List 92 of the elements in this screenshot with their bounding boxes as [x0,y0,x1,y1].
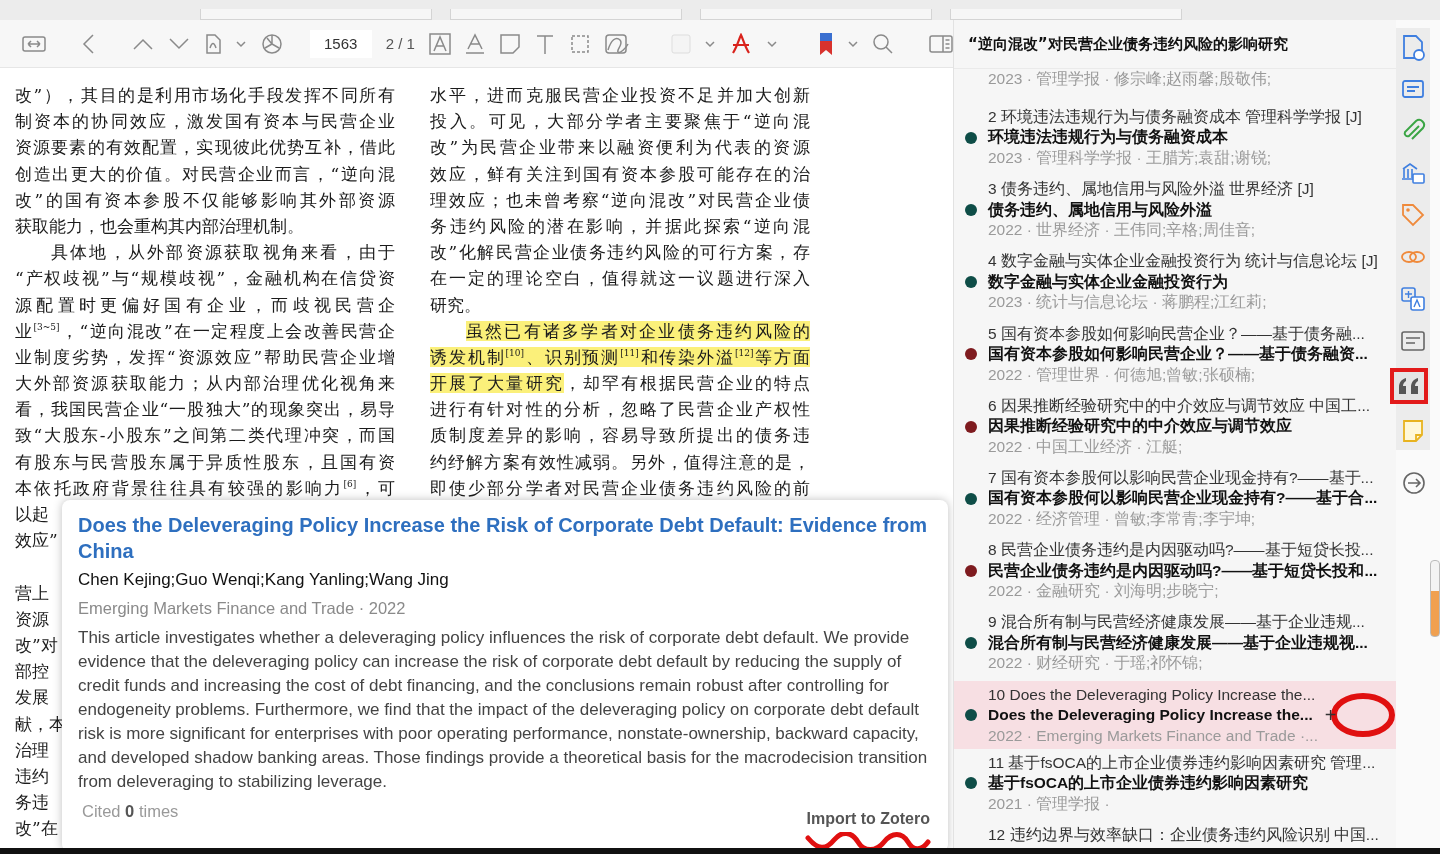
text-line: 理效应；也未曾考察“逆向混改”对民营企业债 [430,188,810,212]
reference-meta: 2022 · 金融研究 · 刘海明;步晓宁; [988,581,1220,602]
page-count: 2 / 1 [385,35,415,52]
reference-title: 民营企业债务违约是内因驱动吗?——基于短贷长投和... [988,560,1378,582]
text-line: 研究。 [430,293,482,317]
text-line: 致“大股东-小股东”之间第二类代理冲突，而国 [15,424,395,448]
text-line: 业$^{[3~5]}$，“逆向混改”在一定程度上会改善民营企 [15,319,395,343]
text-line: 资源 [15,607,49,631]
reference-title: 环境违法违规行为与债务融资成本 [988,127,1228,148]
reference-meta: 2022 · 经济管理 · 曾敏;李常青;李宇坤; [988,509,1256,529]
text-line: “产权歧视”与“规模歧视”，金融机构在信贷资 [15,267,395,291]
paper-source: Emerging Markets Finance and Trade · 2022 [78,599,407,618]
reference-item[interactable]: 9 混合所有制与民营经济健康发展——基于企业违规... 混合所有制与民营经济健康发展——基于企业违规视... 2022 · 财经研究 · 于瑶;祁怀锦; [954,608,1397,681]
text-line: 看，我国民营企业“一股独大”的现象突出，易导 [15,398,395,422]
reference-item[interactable]: 6 因果推断经验研究中的中介效应与调节效应 中国工... 因果推断经验研究中的中介效应与调节效应 2022 · 中国工业经济 · 江艇; [954,391,1397,464]
reference-meta: 2022 · 世界经济 · 王伟同;辛格;周佳音; [988,220,1256,241]
reference-title: 债务违约、属地信用与风险外溢 [988,199,1212,220]
reference-item[interactable]: 3 债务违约、属地信用与风险外溢 世界经济 [J] 债务违约、属地信用与风险外溢 2022 · 世界经济 · 王伟同;辛格;周佳音; [954,175,1397,248]
reference-meta: 2022 · Emerging Markets Finance and Trade ·... [988,725,1319,746]
text-line: 改”），其目的是利用市场化手段发挥不同所有 [15,84,395,107]
reference-title: Does the Deleveraging Policy Increase the... [988,705,1313,726]
reference-heading: 8 民营企业债务违约是内因驱动吗?——基于短贷长投... [988,540,1375,561]
text-line: 质制度差异的影响，容易导致所提出的债务违 [430,424,810,448]
reference-heading: 3 债务违约、属地信用与风险外溢 世界经济 [J] [988,179,1315,200]
text-line: 创造出更大的价值。对民营企业而言，“逆向混 [15,162,395,186]
text-line: 效应” [15,529,58,553]
paper-abstract: This article investigates whether a deleveraging policy influences the risk of corporate debt default. We provide evidence that the deleveraging policy can increase the risk of corporate debt default by reducing the supply of credit funds and increasing the cost of debt financing, and the conclusions remain robust after controlling for endogeneity problems. Furthermore, we find that the impact of the deleveraging policy on corporate debt default risk is more significant for enterprises with poor operating performance, nonstate-ownership, backward capacity, and developed shadow banking areas. Those findings provide a theoretical basis for the macrodecision transition from deleveraging to stabilizing leverage. [78,627,929,793]
import-button[interactable]: Import to Zotero [806,810,930,828]
reference-title: 国有资本参股如何影响民营企业？——基于债务融资... [988,344,1368,365]
reference-meta: 2023 · 管理学报 · 修宗峰;赵雨馨;殷敬伟; [988,69,1272,89]
paper-title[interactable]: Does the Deleveraging Policy Increase the Risk of Corporate Debt Default: Evidence from China [78,512,930,564]
text-line: 投入。可见，大部分学者主要聚焦于“逆向混 [430,110,810,134]
text-line: 营上 [15,581,49,605]
reference-meta: 2021 · 管理学报 · [988,793,1111,814]
reference-title: 混合所有制与民营经济健康发展——基于企业违规视... [988,632,1368,653]
text-line: 在一定的理论空白，值得就这一议题进行深入 [430,267,810,291]
text-line: 获取能力，也会重构其内部治理机制。 [15,214,305,238]
text-line: 改”对 [15,633,58,657]
text-line: 改”化解民营企业债务违约风险的可行方案，存 [430,241,810,265]
reference-heading: 5 国有资本参股如何影响民营企业？——基于债务融... [988,323,1366,344]
text-line: 有股东与民营股东属于异质性股东，且国有资 [15,450,395,474]
reference-item[interactable]: 12 违约边界与效率缺口：企业债务违约风险识别 中国... [954,820,1397,848]
text-line: 违约 [15,764,49,788]
reference-meta: 2023 · 统计与信息论坛 · 蒋鹏程;江红莉; [988,292,1268,313]
text-line: 改”的国有资本参股不仅能够影响其外部资源 [15,188,395,212]
text-line: 源配置时更偏好国有企业，而歧视民营企 [15,293,395,317]
reference-heading: 10 Does the Deleveraging Policy Increase the... [988,684,1317,705]
reference-item[interactable]: 7 国有资本参股何以影响民营企业现金持有?——基于... 国有资本参股何以影响民营企业现金持有?——基于合... 2022 · 经济管理 · 曾敏;李常青;李宇坤; [954,464,1397,537]
text-line: 效应，鲜有关注到国有资本参股可能存在的治 [430,162,810,186]
text-line: 即使少部分学者对民营企业债务违约风险的前 [430,476,810,500]
reference-heading: 7 国有资本参股何以影响民营企业现金持有?——基于... [988,468,1375,488]
text-line: 发展 [15,686,49,710]
reference-meta: 2023 · 管理科学学报 · 王腊芳;袁甜;谢锐; [988,147,1272,168]
text-line: 改”为民营企业带来以融资便利为代表的资源 [430,136,810,160]
text-line: 大外部资源获取能力；从内部治理优化视角来 [15,372,395,396]
text-line: 约纾解方案有效性减弱。另外，值得注意的是， [430,450,810,474]
text-line: 开展了大量研究，却罕有根据民营企业的特点 [430,372,810,396]
text-line: 改”在 [15,817,58,841]
reference-heading: 6 因果推断经验研究中的中介效应与调节效应 中国工... [988,395,1372,416]
text-line: 部控 [15,660,49,684]
reference-heading: 2 环境违法违规行为与债务融资成本 管理科学学报 [J] [988,106,1363,127]
text-line: 具体地，从外部资源获取视角来看，由于 [50,241,395,265]
reference-heading: 9 混合所有制与民营经济健康发展——基于企业违规... [988,612,1366,633]
text-line: 进行有针对性的分析，忽略了民营企业产权性 [430,398,810,422]
reference-meta: 2022 · 管理世界 · 何德旭;曾敏;张硕楠; [988,364,1256,385]
reference-heading: 4 数字金融与实体企业金融投资行为 统计与信息论坛 [J] [988,251,1379,272]
panel-title: “逆向混改”对民营企业债务违约风险的影响研究 [968,34,1288,54]
reference-item[interactable]: 8 民营企业债务违约是内因驱动吗?——基于短贷长投... 民营企业债务违约是内因驱动吗?——基于短贷长投和... 2022 · 金融研究 · 刘海明;步晓宁; [954,536,1397,609]
reference-meta: 2022 · 中国工业经济 · 江艇; [988,436,1184,457]
paper-authors: Chen Kejing;Guo Wenqi;Kang Yanling;Wang Jing [78,570,450,590]
reference-item[interactable]: 5 国有资本参股如何影响民营企业？——基于债务融... 国有资本参股如何影响民营企业？——基于债务融资... 2022 · 管理世界 · 何德旭;曾敏;张硕楠; [954,319,1397,392]
text-line: 水平，进而克服民营企业投资不足并加大创新 [430,84,810,107]
reference-item[interactable]: 2 环境违法违规行为与债务融资成本 管理科学学报 [J] 环境违法违规行为与债务融资成本 2023 · 管理科学学报 · 王腊芳;袁甜;谢锐; [954,102,1397,176]
reference-title: 因果推断经验研究中的中介效应与调节效应 [988,416,1292,437]
text-line: 本依托政府背景往往具有较强的影响力$^{[6]}$，可 [15,476,395,500]
text-line: 以起 [15,503,49,526]
reference-heading: 11 基于fsOCA的上市企业债券违约影响因素研究 管理... [988,752,1377,773]
text-line: 业制度劣势，发挥“资源效应”帮助民营企业增 [15,345,395,369]
reference-title: 数字金融与实体企业金融投资行为 [988,271,1228,292]
text-line: 制资本的协同效应，激发国有资本与民营企业 [15,110,395,134]
reference-title: 基于fsOCA的上市企业债券违约影响因素研究 [988,773,1309,794]
reference-item[interactable]: 4 数字金融与实体企业金融投资行为 统计与信息论坛 [J] 数字金融与实体企业金融投资行为 2023 · 统计与信息论坛 · 蒋鹏程;江红莉; [954,247,1397,320]
citation-count: Cited 0 times [81,802,179,821]
reference-item[interactable]: 11 基于fsOCA的上市企业债券违约影响因素研究 管理... 基于fsOCA的上市企业债券违约影响因素研究 2021 · 管理学报 · [954,748,1397,821]
text-line: 务违 [15,791,49,815]
page-number-field[interactable]: 1563 [309,29,372,58]
reference-title: 国有资本参股何以影响民营企业现金持有?——基于合... [988,488,1378,509]
text-line: 务违约风险的潜在影响，并据此探索“逆向混 [430,214,810,238]
reference-meta: 2022 · 财经研究 · 于瑶;祁怀锦; [988,653,1204,674]
text-line: 治理 [15,738,49,762]
text-line: 资源要素的有效配置，实现彼此优势互补，借此 [15,136,395,160]
reference-heading: 12 违约边界与效率缺口：企业债务违约风险识别 中国... [988,824,1380,845]
